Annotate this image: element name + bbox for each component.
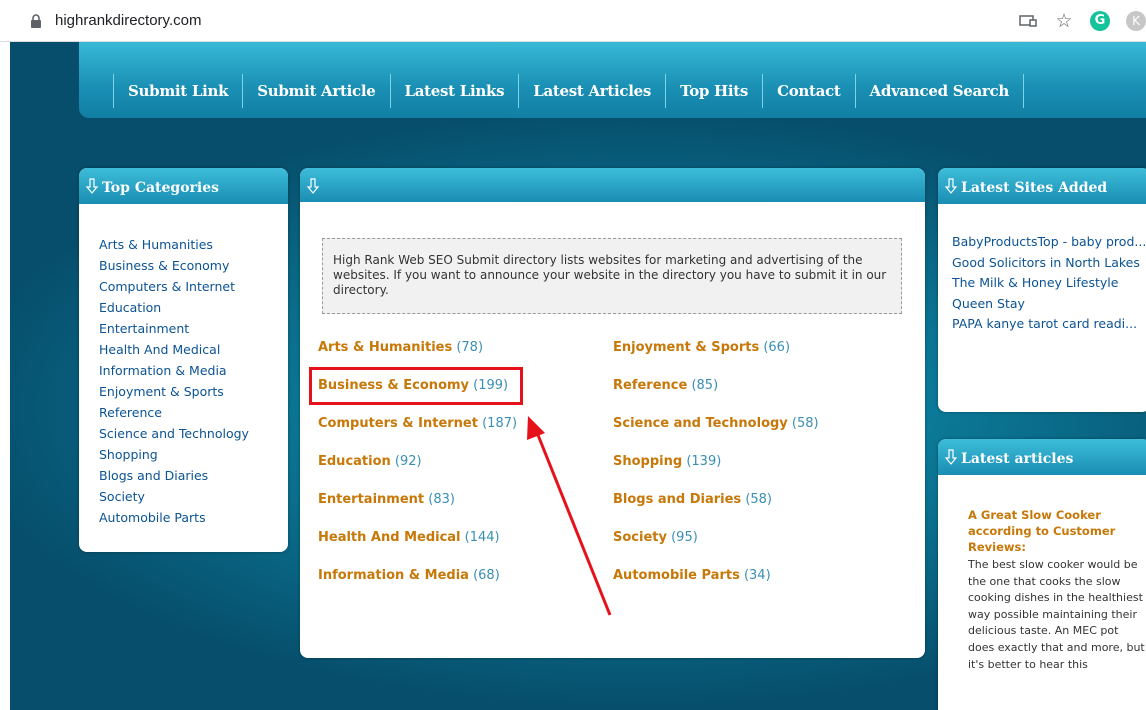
category-link[interactable]: Blogs and Diaries bbox=[99, 465, 288, 486]
category-entry[interactable]: Society (95) bbox=[613, 530, 698, 545]
category-link[interactable]: Entertainment bbox=[99, 318, 288, 339]
panel-header bbox=[300, 168, 925, 202]
panel-header: Latest Sites Added bbox=[938, 168, 1146, 204]
nav-submit-link[interactable]: Submit Link bbox=[113, 74, 242, 108]
category-name[interactable]: Arts & Humanities bbox=[318, 340, 452, 355]
site-link[interactable]: Queen Stay bbox=[952, 294, 1146, 315]
category-name[interactable]: Education bbox=[318, 454, 391, 469]
url-text[interactable]: highrankdirectory.com bbox=[55, 12, 201, 29]
down-arrow-icon bbox=[944, 178, 958, 194]
category-name[interactable]: Enjoyment & Sports bbox=[613, 340, 759, 355]
category-name[interactable]: Reference bbox=[613, 378, 687, 393]
nav-top-hits[interactable]: Top Hits bbox=[665, 74, 762, 108]
nav-submit-article[interactable]: Submit Article bbox=[242, 74, 389, 108]
category-count: (66) bbox=[763, 340, 791, 355]
nav-menu: Submit Link Submit Article Latest Links … bbox=[113, 74, 1024, 108]
top-navbar: Submit Link Submit Article Latest Links … bbox=[79, 42, 1146, 118]
grammarly-icon[interactable]: G bbox=[1090, 11, 1110, 31]
category-count: (83) bbox=[428, 492, 455, 507]
panel-header: Latest articles bbox=[938, 439, 1146, 475]
page-background: Submit Link Submit Article Latest Links … bbox=[10, 42, 1146, 710]
category-entry[interactable]: Reference (85) bbox=[613, 378, 718, 393]
latest-sites-list: BabyProductsTop - baby prod... Good Soli… bbox=[938, 204, 1146, 335]
category-count: (92) bbox=[394, 454, 422, 469]
category-entry[interactable]: Education (92) bbox=[318, 454, 422, 469]
main-directory-panel: High Rank Web SEO Submit directory lists… bbox=[300, 168, 925, 658]
category-name[interactable]: Computers & Internet bbox=[318, 416, 478, 431]
category-link[interactable]: Computers & Internet bbox=[99, 276, 288, 297]
top-categories-panel: Top Categories Arts & Humanities Busines… bbox=[79, 168, 288, 552]
panel-header: Top Categories bbox=[79, 168, 288, 204]
category-name[interactable]: Shopping bbox=[613, 454, 682, 469]
profile-icon[interactable]: K bbox=[1126, 11, 1146, 31]
article-title-link[interactable]: A Great Slow Cooker according to Custome… bbox=[938, 475, 1146, 555]
latest-sites-panel: Latest Sites Added BabyProductsTop - bab… bbox=[938, 168, 1146, 412]
star-icon[interactable]: ☆ bbox=[1054, 11, 1074, 31]
category-link[interactable]: Shopping bbox=[99, 444, 288, 465]
category-count: (187) bbox=[482, 416, 518, 431]
category-link[interactable]: Society bbox=[99, 486, 288, 507]
nav-latest-links[interactable]: Latest Links bbox=[389, 74, 519, 108]
intro-text: High Rank Web SEO Submit directory lists… bbox=[322, 238, 902, 314]
highlight-box bbox=[309, 367, 523, 405]
lock-icon bbox=[31, 14, 41, 28]
category-name[interactable]: Blogs and Diaries bbox=[613, 492, 741, 507]
category-link[interactable]: Health And Medical bbox=[99, 339, 288, 360]
nav-latest-articles[interactable]: Latest Articles bbox=[518, 74, 665, 108]
category-link[interactable]: Education bbox=[99, 297, 288, 318]
category-name[interactable]: Health And Medical bbox=[318, 530, 461, 545]
category-link[interactable]: Business & Economy bbox=[99, 255, 288, 276]
down-arrow-icon bbox=[944, 449, 958, 465]
category-entry[interactable]: Blogs and Diaries (58) bbox=[613, 492, 772, 507]
category-name[interactable]: Entertainment bbox=[318, 492, 424, 507]
article-excerpt: The best slow cooker would be the one th… bbox=[968, 558, 1145, 671]
panel-title: Latest Sites Added bbox=[961, 180, 1108, 196]
site-link[interactable]: The Milk & Honey Lifestyle bbox=[952, 273, 1146, 294]
category-link[interactable]: Arts & Humanities bbox=[99, 234, 288, 255]
category-count: (58) bbox=[745, 492, 772, 507]
category-count: (78) bbox=[456, 340, 484, 355]
category-count: (85) bbox=[691, 378, 719, 393]
latest-articles-panel: Latest articles A Great Slow Cooker acco… bbox=[938, 439, 1146, 710]
site-link[interactable]: Good Solicitors in North Lakes bbox=[952, 253, 1146, 274]
down-arrow-icon bbox=[306, 178, 320, 194]
cast-icon[interactable] bbox=[1018, 11, 1038, 31]
category-entry[interactable]: Science and Technology (58) bbox=[613, 416, 819, 431]
category-link[interactable]: Reference bbox=[99, 402, 288, 423]
category-name[interactable]: Automobile Parts bbox=[613, 568, 740, 583]
category-link[interactable]: Automobile Parts bbox=[99, 507, 288, 528]
panel-title: Latest articles bbox=[961, 451, 1074, 467]
category-entry[interactable]: Shopping (139) bbox=[613, 454, 721, 469]
category-entry[interactable]: Health And Medical (144) bbox=[318, 530, 500, 545]
category-name[interactable]: Society bbox=[613, 530, 667, 545]
nav-contact[interactable]: Contact bbox=[762, 74, 854, 108]
category-entry[interactable]: Entertainment (83) bbox=[318, 492, 455, 507]
category-entry[interactable]: Arts & Humanities (78) bbox=[318, 340, 483, 355]
category-entry[interactable]: Computers & Internet (187) bbox=[318, 416, 517, 431]
category-count: (68) bbox=[473, 568, 500, 583]
category-link[interactable]: Enjoyment & Sports bbox=[99, 381, 288, 402]
category-entry[interactable]: Information & Media (68) bbox=[318, 568, 500, 583]
site-link[interactable]: BabyProductsTop - baby prod... bbox=[952, 232, 1146, 253]
category-name[interactable]: Information & Media bbox=[318, 568, 469, 583]
category-count: (95) bbox=[671, 530, 698, 545]
category-list: Arts & Humanities Business & Economy Com… bbox=[79, 204, 288, 528]
category-entry[interactable]: Automobile Parts (34) bbox=[613, 568, 771, 583]
category-entry[interactable]: Enjoyment & Sports (66) bbox=[613, 340, 790, 355]
category-count: (34) bbox=[743, 568, 771, 583]
category-count: (139) bbox=[686, 454, 722, 469]
browser-address-bar: highrankdirectory.com ☆ G K bbox=[0, 0, 1146, 42]
site-link[interactable]: PAPA kanye tarot card readi... bbox=[952, 314, 1146, 335]
category-name[interactable]: Science and Technology bbox=[613, 416, 788, 431]
category-link[interactable]: Information & Media bbox=[99, 360, 288, 381]
down-arrow-icon bbox=[85, 178, 99, 194]
category-count: (58) bbox=[791, 416, 819, 431]
panel-title: Top Categories bbox=[102, 180, 220, 196]
nav-advanced-search[interactable]: Advanced Search bbox=[854, 74, 1024, 108]
category-link[interactable]: Science and Technology bbox=[99, 423, 288, 444]
category-count: (144) bbox=[464, 530, 500, 545]
